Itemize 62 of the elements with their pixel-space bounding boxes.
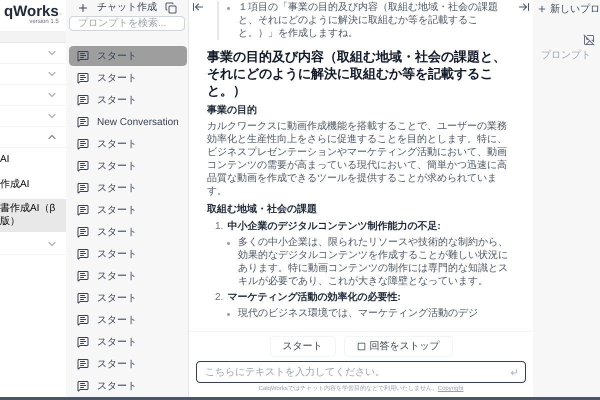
chat-item[interactable]: スタート	[69, 200, 187, 220]
chat-bubble-icon	[77, 138, 89, 150]
section-heading: 事業の目的	[207, 104, 258, 118]
chat-bubble-icon	[77, 292, 89, 304]
chat-bubble-icon	[77, 160, 89, 172]
chat-item[interactable]: スタート	[69, 178, 187, 198]
chat-item[interactable]: New Conversation	[69, 112, 187, 132]
new-prompt-button[interactable]: 新しいプロ	[550, 2, 600, 16]
chat-item[interactable]: スタート	[69, 376, 187, 396]
chat-item[interactable]: スタート	[69, 46, 187, 66]
sidebar-item[interactable]: 書作成AI（β版）	[0, 199, 66, 232]
empty-state-text: プロンプト	[540, 48, 592, 63]
bullet-text: 多くの中小企業は、限られたリソースや技術的な制約から、効果的なデジタルコンテンツを作成することが難しい状況にあります。特に動画コンテンツの制作には専門的な知識とスキルが必要であり、これが大きな障壁となっています。	[238, 236, 509, 288]
chat-bubble-icon	[77, 50, 89, 62]
chat-item[interactable]: スタート	[69, 266, 187, 286]
chat-item[interactable]: スタート	[69, 68, 187, 88]
prompt-search-field[interactable]: プロンプトを検索...	[69, 16, 185, 31]
chat-bubble-icon	[77, 204, 89, 216]
chat-item[interactable]: スタート	[69, 310, 187, 330]
response-heading: 事業の目的及び内容（取組む地域・社会の課題と、それにどのように解決に取組むか等を記載すること。）	[207, 48, 507, 99]
chat-bubble-icon	[77, 270, 89, 282]
copy-icon[interactable]	[165, 2, 177, 14]
bullet-text: 現代のビジネス環境では、マーケティング活動のデジ	[238, 307, 478, 320]
arrow-left-bar-icon[interactable]	[192, 1, 204, 13]
start-button[interactable]: スタート	[270, 336, 336, 357]
chat-bubble-icon	[77, 314, 89, 326]
chat-item[interactable]: スタート	[69, 222, 187, 242]
section-paragraph: カルクワークスに動画作成機能を搭載することで、ユーザーの業務効率化と生産性向上をさらに促進することを目的とします。特に、ビジネスプレゼンテーションやマーケティング活動において、動画コンテンツの需要が高まっている現代において、簡単かつ迅速に高品質な動画を作成できるツールを提供することが求められています。	[207, 120, 508, 198]
chat-bubble-icon	[77, 226, 89, 238]
chat-bubble-icon	[77, 336, 89, 348]
list-item-title: マーケティング活動の効率化の必要性:	[227, 290, 401, 305]
chat-item[interactable]: スタート	[69, 134, 187, 154]
plus-icon[interactable]	[537, 4, 547, 14]
chat-bubble-icon	[77, 182, 89, 194]
quote-text: １項目の「事業の目的及び内容（取組む地域・社会の課題と、それにどのように解決に取組むか等を記載すること。）」を作成しますね。	[238, 1, 499, 40]
arrow-right-bar-icon[interactable]	[518, 1, 530, 13]
chat-bubble-icon	[77, 358, 89, 370]
chat-bubble-icon	[77, 94, 89, 106]
sidebar-item[interactable]: AI	[0, 150, 66, 170]
list-number: 2.	[215, 291, 224, 305]
new-chat-button[interactable]: チャット作成	[97, 0, 157, 16]
chat-bubble-icon	[77, 72, 89, 84]
list-item-title: 中小企業のデジタルコンテンツ制作能力の不足:	[227, 220, 441, 234]
stop-button[interactable]: 回答をストップ	[344, 336, 452, 357]
plus-icon[interactable]	[77, 2, 89, 14]
chat-item[interactable]: スタート	[69, 90, 187, 110]
app-logo: qWorks	[4, 4, 59, 19]
list-number: 1.	[215, 220, 224, 234]
chat-item[interactable]: スタート	[69, 354, 187, 374]
chat-item[interactable]: スタート	[69, 288, 187, 308]
image-off-icon	[583, 34, 595, 46]
chat-item[interactable]: スタート	[69, 244, 187, 264]
chat-item[interactable]: スタート	[69, 156, 187, 176]
sidebar-item[interactable]: 作成AI	[0, 174, 66, 195]
enter-icon[interactable]	[510, 368, 518, 376]
chat-bubble-icon	[77, 248, 89, 260]
stop-icon	[356, 342, 366, 351]
chat-bubble-icon	[77, 116, 89, 128]
chat-item[interactable]: スタート	[69, 332, 187, 352]
chat-bubble-icon	[77, 380, 89, 392]
section-heading: 取組む地域・社会の課題	[207, 202, 318, 217]
message-input-field[interactable]: こちらにテキストを入力してください。	[196, 361, 526, 383]
